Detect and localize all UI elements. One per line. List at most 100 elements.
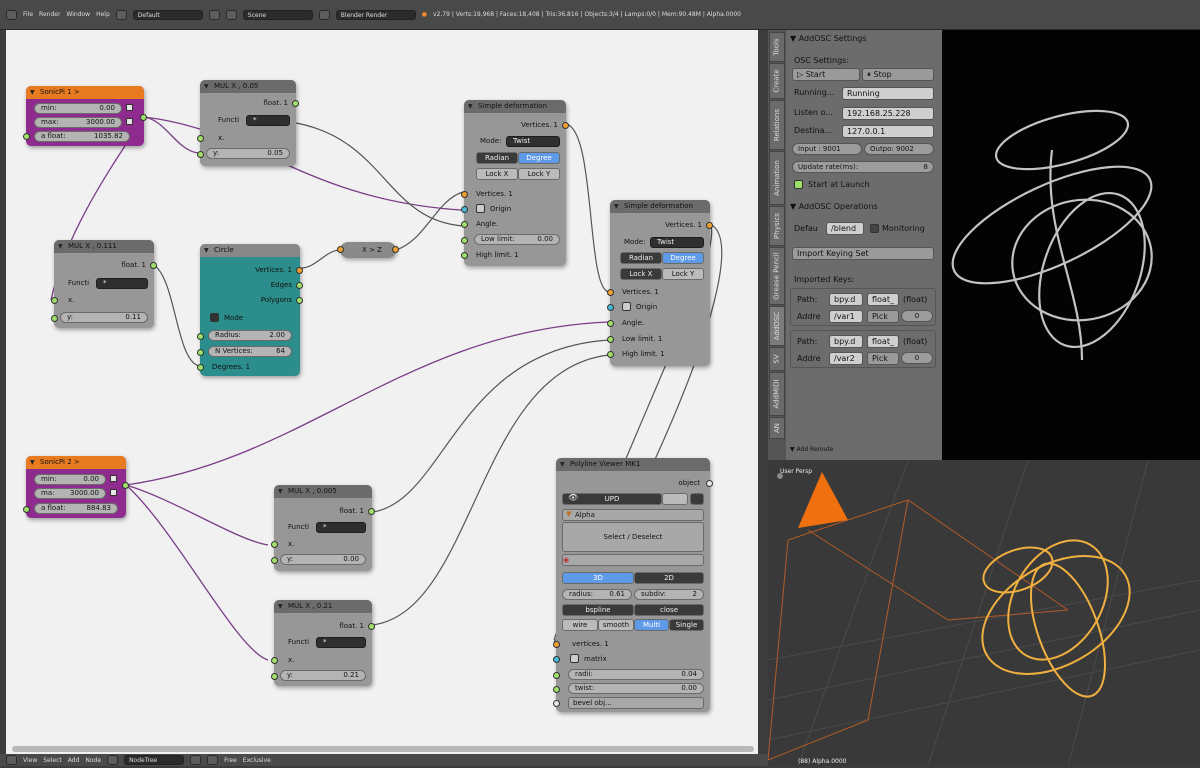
node-title[interactable]: MUL X , 0.005 [274,485,372,498]
mode-select[interactable]: Twist [506,136,560,147]
radian-button[interactable]: Radian [476,152,518,164]
radian-button[interactable]: Radian [620,252,662,264]
degree-button[interactable]: Degree [662,252,704,264]
3d-button[interactable]: 3D [562,572,634,584]
n-vertices-field[interactable]: N Vertices: 64 [208,346,292,357]
node-title[interactable]: Polyline Viewer MK1 [556,458,710,471]
scene-icon[interactable] [225,9,237,20]
low-limit-field[interactable]: Low limit: 0.00 [474,234,560,245]
input-socket-x[interactable] [271,657,278,664]
afloat-field[interactable]: a float: 884.83 [34,503,118,514]
vertices-socket[interactable] [296,267,303,274]
max-toggle-icon[interactable] [110,489,117,496]
render-engine-select[interactable]: Blender Render [335,9,416,20]
tab-grease-pencil[interactable]: Grease Pencil [769,247,785,305]
default-address-field[interactable]: /blend [826,222,864,235]
render-preview[interactable] [942,30,1200,460]
start-button[interactable]: ▷ Start [792,68,860,81]
max-field[interactable]: max: 3000.00 [34,117,122,128]
high-limit-socket[interactable] [461,252,468,259]
add-scene-button[interactable] [318,9,330,20]
node-sonicpi-1[interactable]: SonicPi 1 > min: 0.00 max: 3000.00 a float… [23,86,147,146]
editor-type-icon[interactable] [6,755,17,765]
start-at-launch-checkbox[interactable] [794,180,803,189]
menu-window[interactable]: Window [66,11,90,18]
node-simple-deformation-2[interactable]: Simple deformation Vertices. 1 Mode: Twi… [607,200,713,366]
address-field[interactable]: /var1 [829,310,863,323]
close-button[interactable]: close [634,604,704,616]
add-reroute-label[interactable]: ▼ Add Reroute [790,446,834,453]
input-socket-y[interactable] [271,557,278,564]
render-icon[interactable] [690,493,704,505]
node-mul-1[interactable]: MUL X , 0.05 float. 1 Functi * x. y: 0.05 [197,80,299,166]
node-circle[interactable]: Circle Vertices. 1 Edges Polygons Mode R… [197,244,303,376]
radii-field[interactable]: radii: 0.04 [568,669,704,680]
visibility-toggles[interactable] [662,493,688,505]
mode-checkbox[interactable] [210,313,219,322]
angle-socket[interactable] [607,320,614,327]
n-vertices-socket[interactable] [197,349,204,356]
degree-button[interactable]: Degree [518,152,560,164]
y-field[interactable]: y: 0.21 [280,670,366,681]
wire-button[interactable]: wire [562,619,598,631]
lock-x-button[interactable]: Lock X [620,268,662,280]
input-socket-y[interactable] [197,151,204,158]
node-title[interactable]: MUL X , 0.05 [200,80,296,93]
node-title[interactable]: Circle [200,244,300,257]
node-x-to-z[interactable]: X > Z [337,242,399,258]
input-socket-y[interactable] [271,673,278,680]
node-title[interactable]: SonicPi 2 > [26,456,126,469]
settings-panel-header[interactable]: ▼ AddOSC Settings [790,34,867,43]
lock-x-button[interactable]: Lock X [476,168,518,180]
min-field[interactable]: min: 0.00 [34,474,106,485]
2d-button[interactable]: 2D [634,572,704,584]
info-editor-icon[interactable] [6,9,17,20]
min-toggle-icon[interactable] [126,104,133,111]
destination-field[interactable]: 127.0.0.1 [842,125,934,138]
lock-y-button[interactable]: Lock Y [662,268,704,280]
y-field[interactable]: y: 0.00 [280,554,366,565]
path-field[interactable]: bpy.d [829,293,863,306]
bevel-object-field[interactable]: bevel obj... [568,697,704,709]
layout-icon[interactable] [115,9,127,20]
alpha-field[interactable]: Alpha [562,509,704,521]
low-limit-socket[interactable] [607,336,614,343]
edges-socket[interactable] [296,282,303,289]
node-editor-scrollbar[interactable] [12,746,754,752]
subdiv-field[interactable]: subdiv: 2 [634,589,704,600]
menu-view[interactable]: View [23,757,37,764]
output-socket[interactable] [140,114,147,121]
menu-add[interactable]: Add [68,757,80,764]
select-deselect-button[interactable]: Select / Deselect [562,522,704,552]
radius-field[interactable]: radius: 0.61 [562,589,632,600]
tab-animation[interactable]: Animation [769,151,785,205]
input-socket-y[interactable] [51,315,58,322]
function-select[interactable]: * [96,278,148,289]
pick-button[interactable]: Pick [867,352,899,365]
polygons-socket[interactable] [296,297,303,304]
tab-an[interactable]: AN [769,417,785,439]
tab-tools[interactable]: Tools [769,32,785,62]
single-button[interactable]: Single [669,619,704,631]
high-limit-socket[interactable] [607,351,614,358]
node-title[interactable]: X > Z [340,242,396,258]
node-mul-4[interactable]: MUL X , 0.21 float. 1 Functi * x. y: 0.21 [271,600,375,686]
menu-select[interactable]: Select [43,757,62,764]
input-socket-x[interactable] [271,541,278,548]
bevel-socket[interactable] [553,700,560,707]
path-field[interactable]: bpy.d [829,335,863,348]
node-mul-3[interactable]: MUL X , 0.005 float. 1 Functi * x. y: 0.0… [271,485,375,571]
mode-select[interactable]: Twist [650,237,704,248]
node-title[interactable]: Simple deformation [464,100,566,113]
node-mul-2[interactable]: MUL X , 0.111 float. 1 Functi * x. y: 0.1… [51,240,157,328]
node-sonicpi-2[interactable]: SonicPi 2 > min: 0.00 ma: 3000.00 a float:… [23,456,129,518]
menu-render[interactable]: Render [39,11,60,18]
max-field[interactable]: ma: 3000.00 [34,488,106,499]
node-title[interactable]: Simple deformation [610,200,710,213]
index-field[interactable]: 0 [901,310,933,322]
degrees-socket[interactable] [197,364,204,371]
min-toggle-icon[interactable] [110,475,117,482]
y-field[interactable]: y: 0.05 [206,148,290,159]
node-tree-field[interactable]: NodeTree [124,755,185,765]
tab-physics[interactable]: Physics [769,206,785,246]
